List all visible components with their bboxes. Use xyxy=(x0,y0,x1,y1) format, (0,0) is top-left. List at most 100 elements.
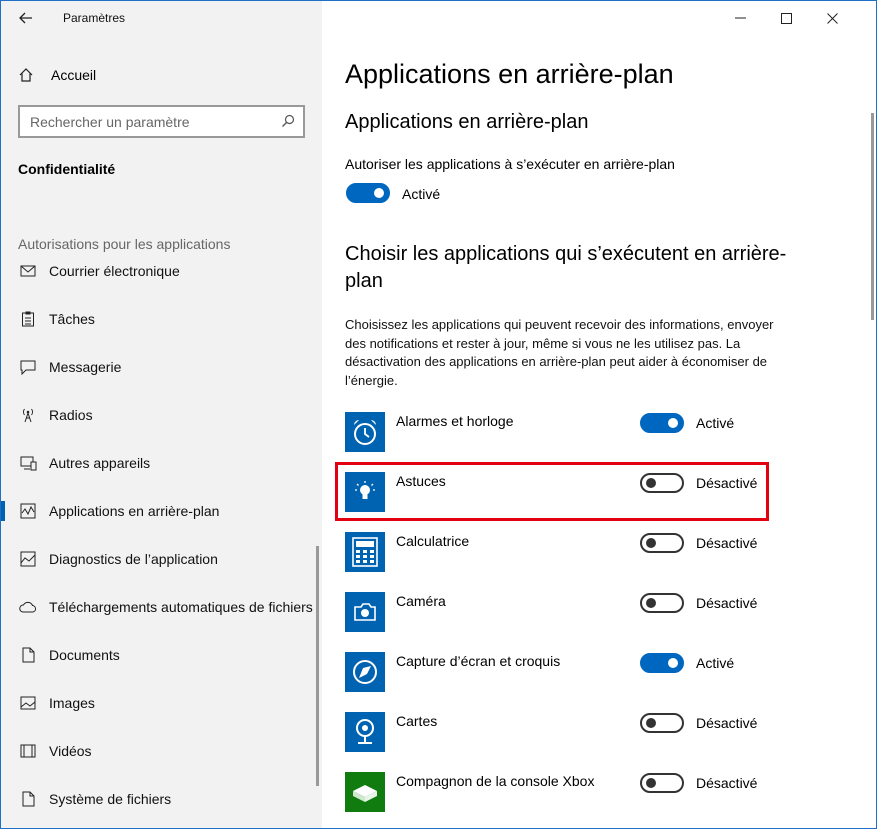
app-toggle[interactable] xyxy=(640,653,684,673)
toggle-knob xyxy=(646,778,656,788)
category-title: Confidentialité xyxy=(18,161,116,177)
search-icon[interactable] xyxy=(281,114,295,133)
diagnostics-icon xyxy=(18,551,38,567)
sidebar-item-diagnostics[interactable]: Diagnostics de l’application xyxy=(1,541,319,577)
image-icon xyxy=(18,696,38,710)
main-scrollbar[interactable] xyxy=(871,113,874,320)
app-toggle[interactable] xyxy=(640,593,684,613)
sidebar-item-other-devices[interactable]: Autres appareils xyxy=(1,445,319,481)
allow-background-toggle[interactable] xyxy=(346,183,390,203)
sidebar-item-documents[interactable]: Documents xyxy=(1,637,319,673)
sidebar-item-auto-downloads[interactable]: Téléchargements automatiques de fichiers xyxy=(1,589,319,625)
choose-apps-title: Choisir les applications qui s’exécutent… xyxy=(345,243,787,292)
app-name: Calculatrice xyxy=(396,533,470,549)
app-name: Alarmes et horloge xyxy=(396,413,514,429)
app-row-calculator: Calculatrice Désactivé xyxy=(345,532,775,574)
app-name: Caméra xyxy=(396,593,446,609)
sidebar-item-label: Système de fichiers xyxy=(49,791,172,807)
maximize-button[interactable] xyxy=(763,1,809,35)
message-icon xyxy=(18,360,38,375)
app-state: Désactivé xyxy=(696,715,758,731)
camera-icon xyxy=(345,592,385,632)
home-icon xyxy=(18,67,38,83)
back-button[interactable] xyxy=(11,5,41,31)
sidebar-item-label: Applications en arrière-plan xyxy=(49,503,220,519)
close-icon xyxy=(826,12,838,24)
home-label: Accueil xyxy=(51,67,97,83)
radio-icon xyxy=(18,407,38,423)
mail-icon xyxy=(18,265,38,277)
allow-background-state: Activé xyxy=(402,186,441,202)
sidebar-item-messaging[interactable]: Messagerie xyxy=(1,349,319,385)
app-row-maps: Cartes Désactivé xyxy=(345,712,775,754)
app-name: Compagnon de la console Xbox xyxy=(396,773,595,789)
sidebar-item-radios[interactable]: Radios xyxy=(1,397,319,433)
app-row-alarms: Alarmes et horloge Activé xyxy=(345,412,775,454)
page-title: Applications en arrière-plan xyxy=(345,59,674,89)
sidebar-item-label: Tâches xyxy=(49,311,95,327)
search-box[interactable] xyxy=(18,105,305,138)
back-arrow-icon xyxy=(19,12,32,24)
toggle-knob xyxy=(646,538,656,548)
minimize-button[interactable] xyxy=(717,1,763,35)
sidebar-item-file-system[interactable]: Système de fichiers xyxy=(1,781,319,817)
allow-background-label: Autoriser les applications à s’exécuter … xyxy=(345,156,675,172)
home-nav-item[interactable]: Accueil xyxy=(18,63,96,87)
app-state: Désactivé xyxy=(696,595,758,611)
snip-sketch-icon xyxy=(345,652,385,692)
app-row-camera: Caméra Désactivé xyxy=(345,592,775,634)
sidebar-item-label: Autres appareils xyxy=(49,455,151,471)
app-state: Activé xyxy=(696,655,735,671)
sidebar-item-background-apps[interactable]: Applications en arrière-plan xyxy=(1,493,319,529)
sidebar: Paramètres Accueil Confidentialité Autor… xyxy=(1,1,322,828)
toggle-knob xyxy=(646,718,656,728)
sidebar-item-label: Vidéos xyxy=(49,743,92,759)
highlight-box xyxy=(335,462,769,521)
devices-icon xyxy=(18,456,38,471)
close-button[interactable] xyxy=(809,1,855,35)
sidebar-item-label: Courrier électronique xyxy=(49,263,180,279)
app-toggle[interactable] xyxy=(640,713,684,733)
app-name: Cartes xyxy=(396,713,438,729)
app-toggle[interactable] xyxy=(640,533,684,553)
app-toggle[interactable] xyxy=(640,413,684,433)
background-apps-icon xyxy=(18,503,38,519)
app-state: Activé xyxy=(696,415,735,431)
section-label: Autorisations pour les applications xyxy=(18,236,231,252)
app-state: Désactivé xyxy=(696,775,758,791)
sidebar-item-videos[interactable]: Vidéos xyxy=(1,733,319,769)
sidebar-item-mail[interactable]: Courrier électronique xyxy=(1,253,319,289)
tasks-icon xyxy=(18,311,38,327)
settings-window: Paramètres Accueil Confidentialité Autor… xyxy=(0,0,877,829)
video-icon xyxy=(18,744,38,758)
sidebar-item-label: Documents xyxy=(49,647,120,663)
sidebar-item-label: Radios xyxy=(49,407,93,423)
choose-apps-description: Choisissez les applications qui peuvent … xyxy=(345,317,774,388)
minimize-icon xyxy=(734,17,746,19)
xbox-icon xyxy=(345,772,385,812)
search-input[interactable] xyxy=(30,113,270,130)
alarm-clock-icon xyxy=(345,412,385,452)
app-state: Désactivé xyxy=(696,535,758,551)
main-content: Applications en arrière-plan Application… xyxy=(322,1,876,828)
sidebar-item-label: Images xyxy=(49,695,95,711)
calculator-icon xyxy=(345,532,385,572)
toggle-knob xyxy=(668,658,678,668)
sidebar-scrollbar[interactable] xyxy=(316,546,319,786)
maps-icon xyxy=(345,712,385,752)
sidebar-item-images[interactable]: Images xyxy=(1,685,319,721)
sidebar-item-tasks[interactable]: Tâches xyxy=(1,301,319,337)
sidebar-item-label: Messagerie xyxy=(49,359,122,375)
file-system-icon xyxy=(18,791,38,807)
maximize-icon xyxy=(780,12,792,24)
section-title: Applications en arrière-plan xyxy=(345,111,589,133)
toggle-knob xyxy=(646,598,656,608)
cloud-icon xyxy=(18,601,38,613)
app-toggle[interactable] xyxy=(640,773,684,793)
app-row-xbox: Compagnon de la console Xbox Désactivé xyxy=(345,772,775,814)
active-indicator xyxy=(1,501,5,521)
toggle-knob xyxy=(374,188,384,198)
sidebar-item-label: Téléchargements automatiques de fichiers xyxy=(49,599,313,615)
app-title: Paramètres xyxy=(63,11,126,25)
toggle-knob xyxy=(668,418,678,428)
